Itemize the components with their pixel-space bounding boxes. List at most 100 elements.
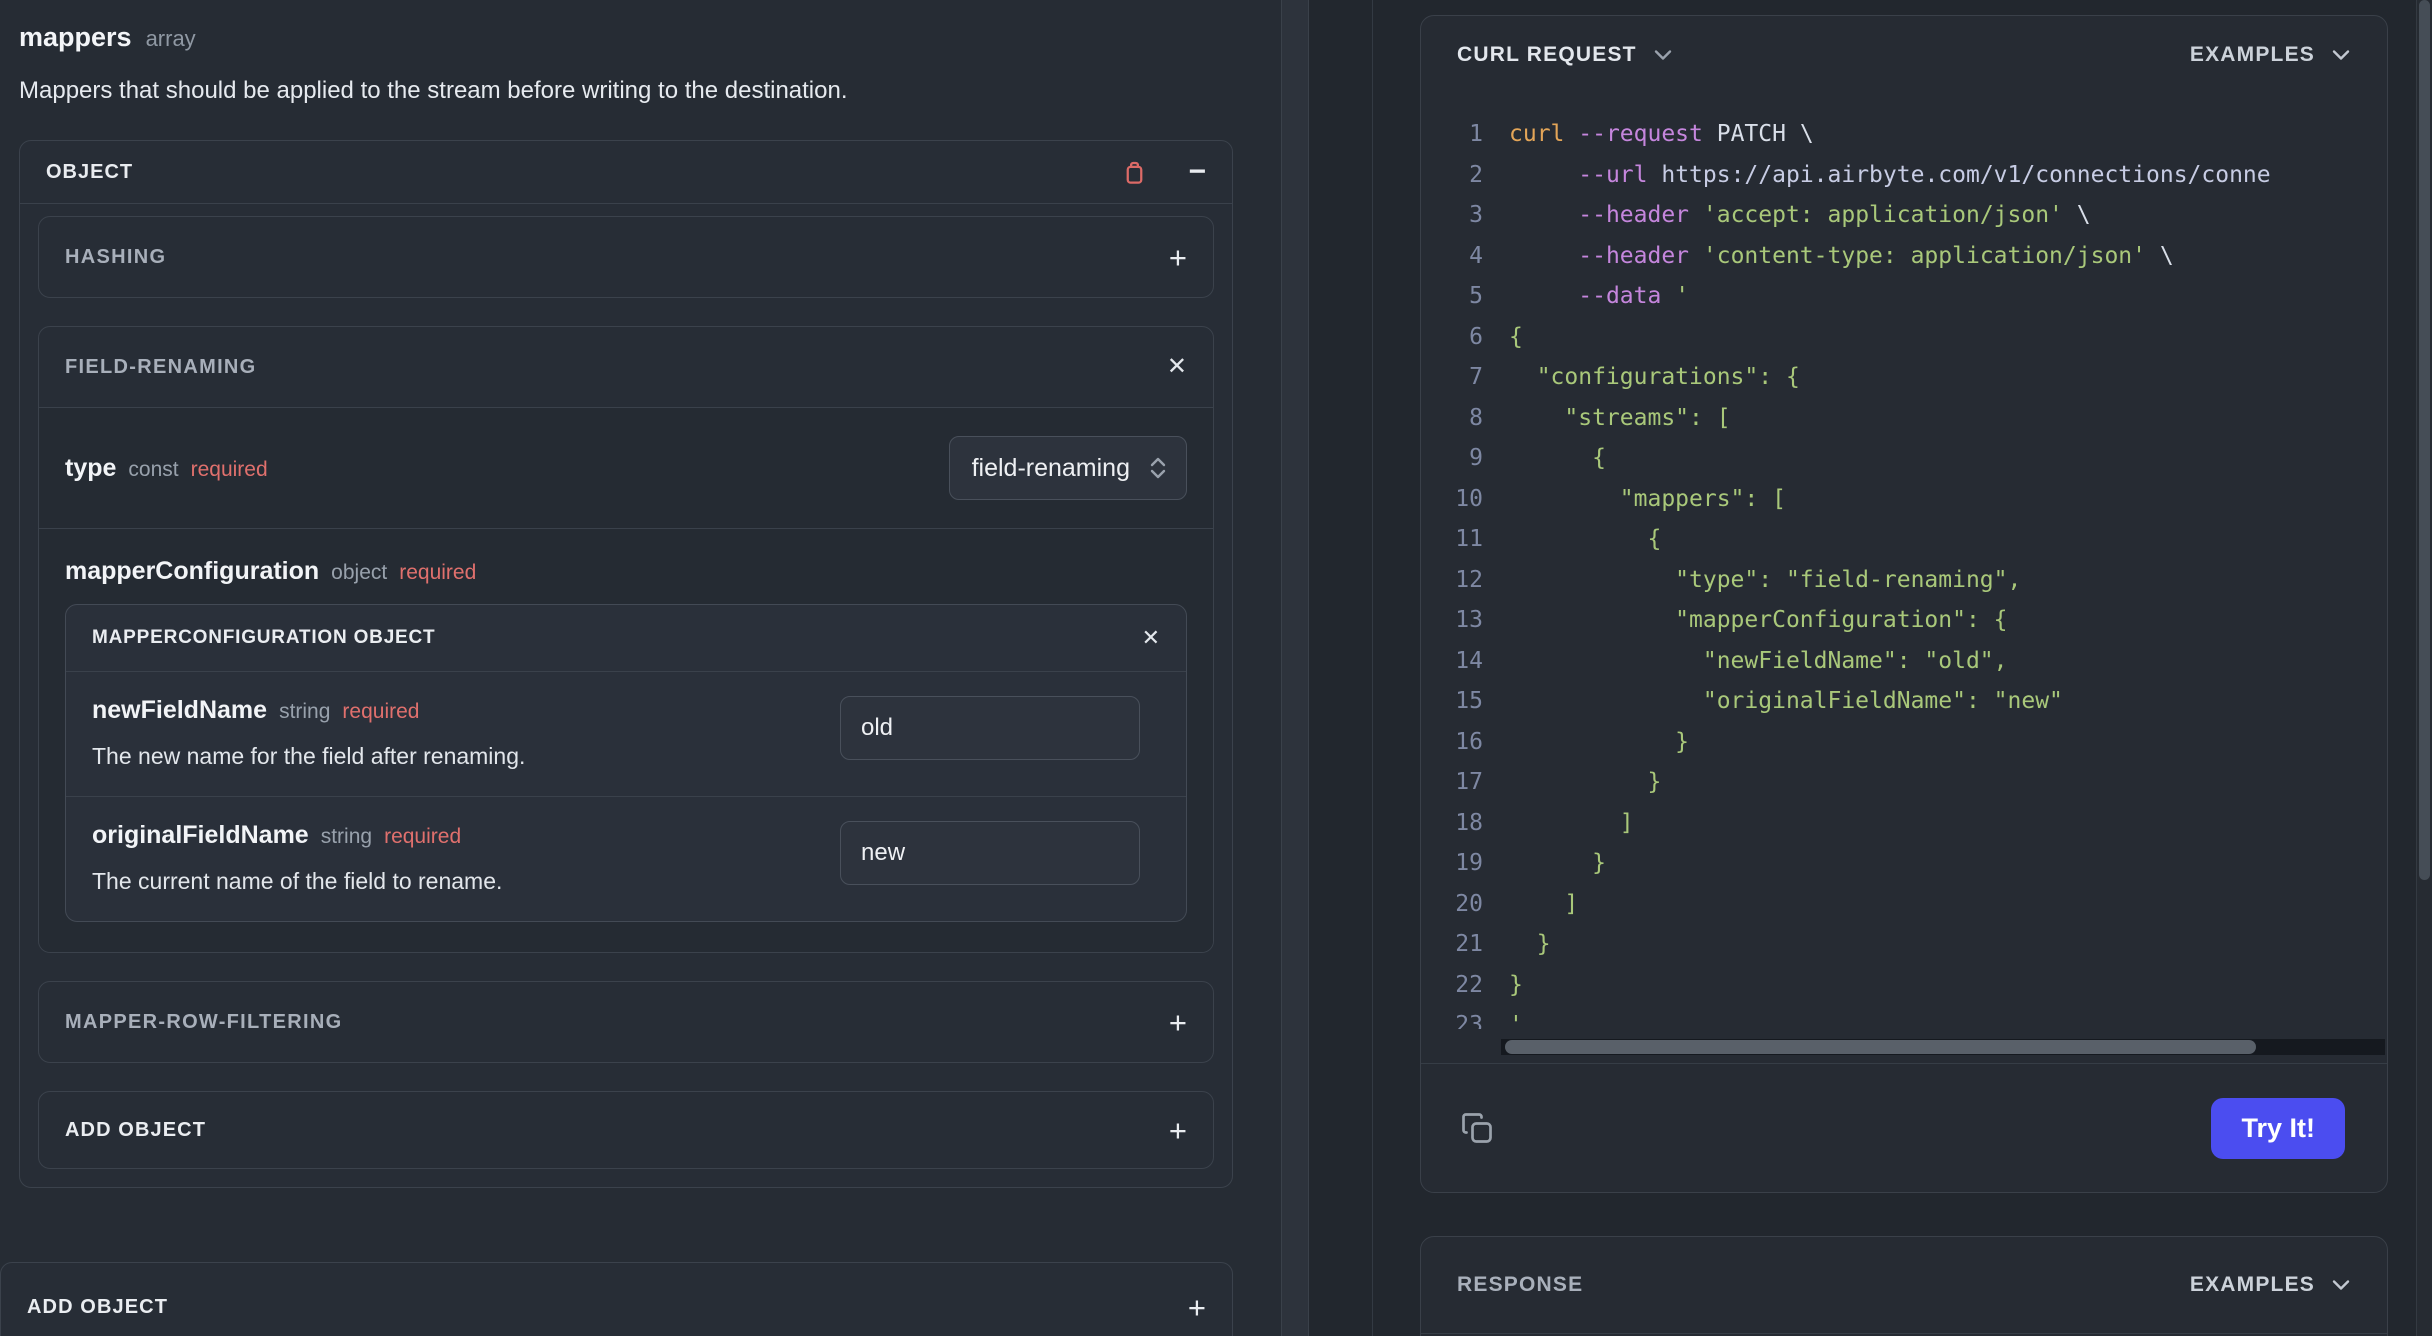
line-content: --url https://api.airbyte.com/v1/connect…	[1578, 161, 2271, 188]
field-kind: const	[128, 457, 179, 481]
add-object-inner-button[interactable]: ADD OBJECT +	[39, 1092, 1213, 1168]
originalFieldName-input[interactable]	[840, 821, 1140, 886]
section-field-renaming-label: FIELD-RENAMING	[65, 355, 257, 378]
line-content: {	[1509, 526, 1662, 552]
type-field-row: type const required field-renaming	[39, 408, 1213, 528]
code-line: 9 {	[1421, 438, 2387, 479]
code-line: 1 curl --request PATCH \	[1421, 114, 2387, 155]
add-object-outer-button[interactable]: ADD OBJECT +	[0, 1262, 1233, 1336]
line-content: "mappers": [	[1509, 485, 1786, 512]
copy-code-button[interactable]	[1459, 1110, 1495, 1146]
field-description: The new name for the field after renamin…	[92, 743, 526, 770]
section-mapper-row-filtering-header[interactable]: MAPPER-ROW-FILTERING +	[39, 982, 1213, 1062]
schema-panel-content: mappers array Mappers that should be app…	[0, 22, 1233, 1189]
curl-request-title: CURL REQUEST	[1457, 43, 1637, 66]
plus-icon[interactable]: +	[1169, 1007, 1187, 1038]
type-value-dropdown[interactable]: field-renaming	[948, 436, 1187, 501]
newFieldName-input[interactable]	[840, 696, 1140, 761]
code-line: 4 --header 'content-type: application/js…	[1421, 236, 2387, 277]
code-horizontal-scrollbar	[1501, 1039, 2385, 1055]
api-docs-page: mappers array Mappers that should be app…	[0, 0, 2432, 1336]
code-line: 5 --data '	[1421, 276, 2387, 317]
mapper-configuration-block: mapperConfiguration object required MAPP…	[39, 528, 1213, 952]
line-content: "streams": [	[1509, 404, 1731, 431]
mapper-configuration-card: MAPPERCONFIGURATION OBJECT ✕ newFieldNam…	[65, 604, 1187, 923]
close-icon[interactable]: ✕	[1142, 627, 1160, 649]
line-content: }	[1509, 769, 1662, 795]
try-it-button[interactable]: Try It!	[2211, 1097, 2345, 1159]
delete-object-button[interactable]	[1121, 159, 1148, 186]
chevron-down-icon	[2331, 49, 2351, 61]
line-number: 3	[1469, 202, 1483, 228]
code-line: 22}	[1421, 965, 2387, 1006]
section-hashing: HASHING +	[38, 216, 1214, 299]
plus-icon[interactable]: +	[1169, 1115, 1187, 1146]
schema-panel: mappers array Mappers that should be app…	[0, 0, 1281, 1336]
plus-icon[interactable]: +	[1188, 1292, 1206, 1323]
collapse-object-button[interactable]: −	[1188, 157, 1206, 187]
section-hashing-header[interactable]: HASHING +	[39, 217, 1213, 297]
section-field-renaming-content: type const required field-renaming mappe…	[39, 407, 1213, 953]
curl-request-selector[interactable]: CURL REQUEST	[1457, 43, 1673, 67]
code-line: 10 "mappers": [	[1421, 479, 2387, 520]
line-content: ]	[1509, 809, 1634, 836]
response-card: RESPONSE EXAMPLES	[1420, 1236, 2388, 1336]
section-hashing-label: HASHING	[65, 245, 167, 268]
add-object-label: ADD OBJECT	[65, 1118, 207, 1141]
examples-label: EXAMPLES	[2189, 1273, 2315, 1296]
line-number: 17	[1455, 769, 1483, 795]
examples-label: EXAMPLES	[2189, 43, 2315, 66]
page-scrollbar-thumb[interactable]	[2419, 0, 2430, 880]
curl-card-header: CURL REQUEST EXAMPLES	[1421, 16, 2387, 94]
field-name: newFieldName	[92, 696, 268, 725]
line-number: 4	[1469, 242, 1483, 269]
code-line: 18 ]	[1421, 803, 2387, 844]
close-icon[interactable]: ✕	[1167, 355, 1187, 379]
code-line: 19 }	[1421, 843, 2387, 884]
field-name: mapperConfiguration	[65, 557, 320, 586]
minus-icon: −	[1188, 155, 1206, 189]
line-content: --data '	[1578, 283, 1690, 309]
line-number: 21	[1455, 931, 1483, 957]
line-content: }	[1509, 850, 1606, 876]
add-object-inner: ADD OBJECT +	[38, 1091, 1214, 1170]
line-number: 1	[1469, 121, 1483, 147]
field-row-newFieldName: newFieldName string required The new nam…	[66, 672, 1186, 796]
code-line: 13 "mapperConfiguration": {	[1421, 600, 2387, 641]
examples-selector[interactable]: EXAMPLES	[2190, 1273, 2351, 1297]
plus-icon[interactable]: +	[1169, 242, 1187, 273]
line-number: 19	[1455, 850, 1483, 876]
line-content: "configurations": {	[1509, 364, 1800, 390]
object-card-header: OBJECT −	[20, 141, 1232, 205]
property-description: Mappers that should be applied to the st…	[19, 77, 848, 104]
property-name: mappers	[19, 22, 132, 52]
code-lines: 1 curl --request PATCH \ 2 --url https://a…	[1421, 114, 2387, 1029]
code-line: 16 }	[1421, 722, 2387, 763]
line-number: 6	[1469, 323, 1483, 350]
curl-request-card: CURL REQUEST EXAMPLES 1 curl --request P…	[1420, 15, 2388, 1193]
line-content: curl --request PATCH \	[1509, 121, 1814, 147]
line-number: 23	[1455, 1012, 1483, 1029]
code-line: 7 "configurations": {	[1421, 357, 2387, 398]
examples-selector[interactable]: EXAMPLES	[2190, 43, 2351, 67]
line-content: "mapperConfiguration": {	[1509, 607, 2008, 633]
code-horizontal-scrollbar-thumb[interactable]	[1505, 1040, 2257, 1054]
type-field-labels: type const required	[65, 454, 268, 483]
line-content: "originalFieldName": "new"	[1509, 688, 2063, 714]
code-line: 2 --url https://api.airbyte.com/v1/conne…	[1421, 155, 2387, 196]
code-line: 3 --header 'accept: application/json' \	[1421, 195, 2387, 236]
line-number: 7	[1469, 364, 1483, 390]
field-row-originalFieldName: originalFieldName string required The cu…	[66, 796, 1186, 921]
field-required-badge: required	[399, 561, 477, 585]
field-labels: newFieldName string required	[92, 696, 810, 725]
line-number: 18	[1455, 809, 1483, 836]
mapper-configuration-labels: mapperConfiguration object required	[65, 557, 1187, 586]
curl-card-footer: Try It!	[1421, 1063, 2387, 1192]
section-mapper-row-filtering-label: MAPPER-ROW-FILTERING	[65, 1010, 343, 1033]
left-panel-scrollbar[interactable]	[1281, 0, 1309, 1336]
line-number: 16	[1455, 728, 1483, 755]
section-field-renaming-header[interactable]: FIELD-RENAMING ✕	[39, 327, 1213, 407]
line-content: --header 'content-type: application/json…	[1578, 242, 2174, 269]
field-name: originalFieldName	[92, 821, 309, 850]
code-line: 23 '	[1421, 1005, 2387, 1029]
